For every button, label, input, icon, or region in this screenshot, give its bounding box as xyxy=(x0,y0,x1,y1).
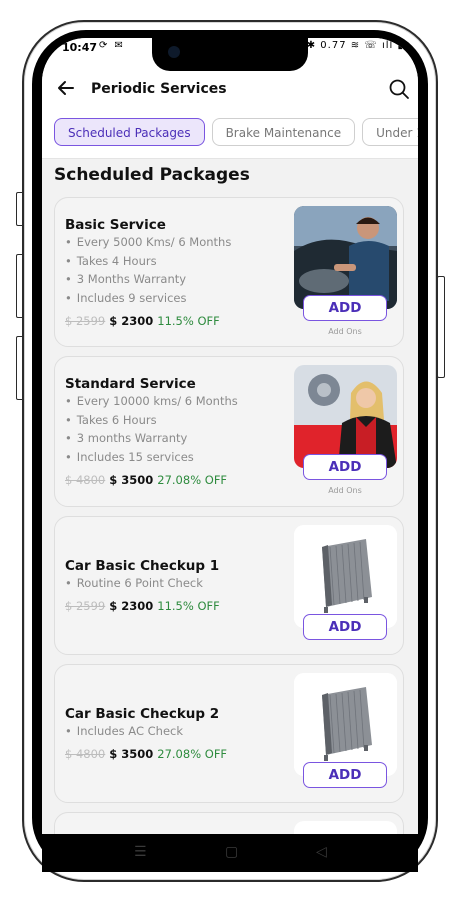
add-button[interactable]: ADD xyxy=(303,295,387,321)
package-name: Car Basic Checkup 1 xyxy=(65,558,220,574)
phone-power-button xyxy=(437,276,445,378)
package-card[interactable] xyxy=(54,812,404,834)
search-icon[interactable] xyxy=(388,78,410,100)
status-time: 10:47 xyxy=(62,41,98,54)
category-tabs: Scheduled Packages Brake Maintenance Under… xyxy=(54,118,418,150)
menu-icon[interactable]: ☰ xyxy=(134,844,147,860)
package-feature: 3 months Warranty xyxy=(65,431,188,445)
package-price: $ 2599 $ 2300 11.5% OFF xyxy=(65,314,220,328)
tab-under[interactable]: Under 1 xyxy=(362,118,418,146)
tab-brake-maintenance[interactable]: Brake Maintenance xyxy=(211,118,356,146)
package-feature: Includes 9 services xyxy=(65,291,187,305)
old-price: $ 2599 xyxy=(65,314,106,328)
add-button[interactable]: ADD xyxy=(303,614,387,640)
app-screen: 10:47 ⟳ ✉ ✱ 0.77 ≋ ☏ ıll ▮ Periodic Serv… xyxy=(42,38,418,834)
package-feature: Includes AC Check xyxy=(65,724,183,738)
old-price: $ 4800 xyxy=(65,473,106,487)
package-feature: Takes 4 Hours xyxy=(65,254,157,268)
status-left-icons: ⟳ ✉ xyxy=(99,40,125,51)
discount-label: 27.08% OFF xyxy=(157,473,228,487)
package-name: Standard Service xyxy=(65,376,196,392)
add-ons-link[interactable]: Add Ons xyxy=(303,486,387,495)
package-feature: Routine 6 Point Check xyxy=(65,576,203,590)
package-name: Basic Service xyxy=(65,217,166,233)
new-price: $ 3500 xyxy=(109,473,154,487)
mechanic-photo xyxy=(294,206,397,309)
old-price: $ 4800 xyxy=(65,747,106,761)
radiator-image xyxy=(294,673,397,776)
package-price: $ 4800 $ 3500 27.08% OFF xyxy=(65,747,227,761)
package-feature: Takes 6 Hours xyxy=(65,413,157,427)
page-title: Periodic Services xyxy=(91,81,227,97)
front-camera xyxy=(168,46,180,58)
package-name: Car Basic Checkup 2 xyxy=(65,706,220,722)
package-feature: Includes 15 services xyxy=(65,450,194,464)
back-arrow-icon[interactable] xyxy=(56,78,76,103)
radiator-image xyxy=(294,525,397,628)
card-thumb-placeholder xyxy=(294,821,397,834)
package-price: $ 2599 $ 2300 11.5% OFF xyxy=(65,599,220,613)
packages-list: Scheduled Packages Basic Service Every 5… xyxy=(42,159,418,834)
package-feature: 3 Months Warranty xyxy=(65,272,186,286)
system-nav-bar: ☰ ▢ ◁ xyxy=(42,834,418,872)
package-card[interactable]: Standard Service Every 10000 kms/ 6 Mont… xyxy=(54,356,404,507)
home-icon[interactable]: ▢ xyxy=(225,844,238,860)
app-header: Periodic Services Scheduled Packages Brak… xyxy=(42,60,418,159)
package-card[interactable]: Car Basic Checkup 2 Includes AC Check $ … xyxy=(54,664,404,803)
package-feature: Every 5000 Kms/ 6 Months xyxy=(65,235,232,249)
add-button[interactable]: ADD xyxy=(303,762,387,788)
discount-label: 27.08% OFF xyxy=(157,747,228,761)
technician-photo xyxy=(294,365,397,468)
package-price: $ 4800 $ 3500 27.08% OFF xyxy=(65,473,227,487)
package-card[interactable]: Car Basic Checkup 1 Routine 6 Point Chec… xyxy=(54,516,404,655)
old-price: $ 2599 xyxy=(65,599,106,613)
discount-label: 11.5% OFF xyxy=(157,599,220,613)
package-feature: Every 10000 kms/ 6 Months xyxy=(65,394,238,408)
discount-label: 11.5% OFF xyxy=(157,314,220,328)
new-price: $ 2300 xyxy=(109,314,154,328)
add-ons-link[interactable]: Add Ons xyxy=(303,327,387,336)
package-card[interactable]: Basic Service Every 5000 Kms/ 6 Months T… xyxy=(54,197,404,347)
tab-scheduled-packages[interactable]: Scheduled Packages xyxy=(54,118,205,146)
new-price: $ 3500 xyxy=(109,747,154,761)
new-price: $ 2300 xyxy=(109,599,154,613)
back-icon[interactable]: ◁ xyxy=(316,844,327,860)
section-title: Scheduled Packages xyxy=(54,165,250,185)
status-right-icons: ✱ 0.77 ≋ ☏ ıll ▮ xyxy=(306,40,404,51)
add-button[interactable]: ADD xyxy=(303,454,387,480)
